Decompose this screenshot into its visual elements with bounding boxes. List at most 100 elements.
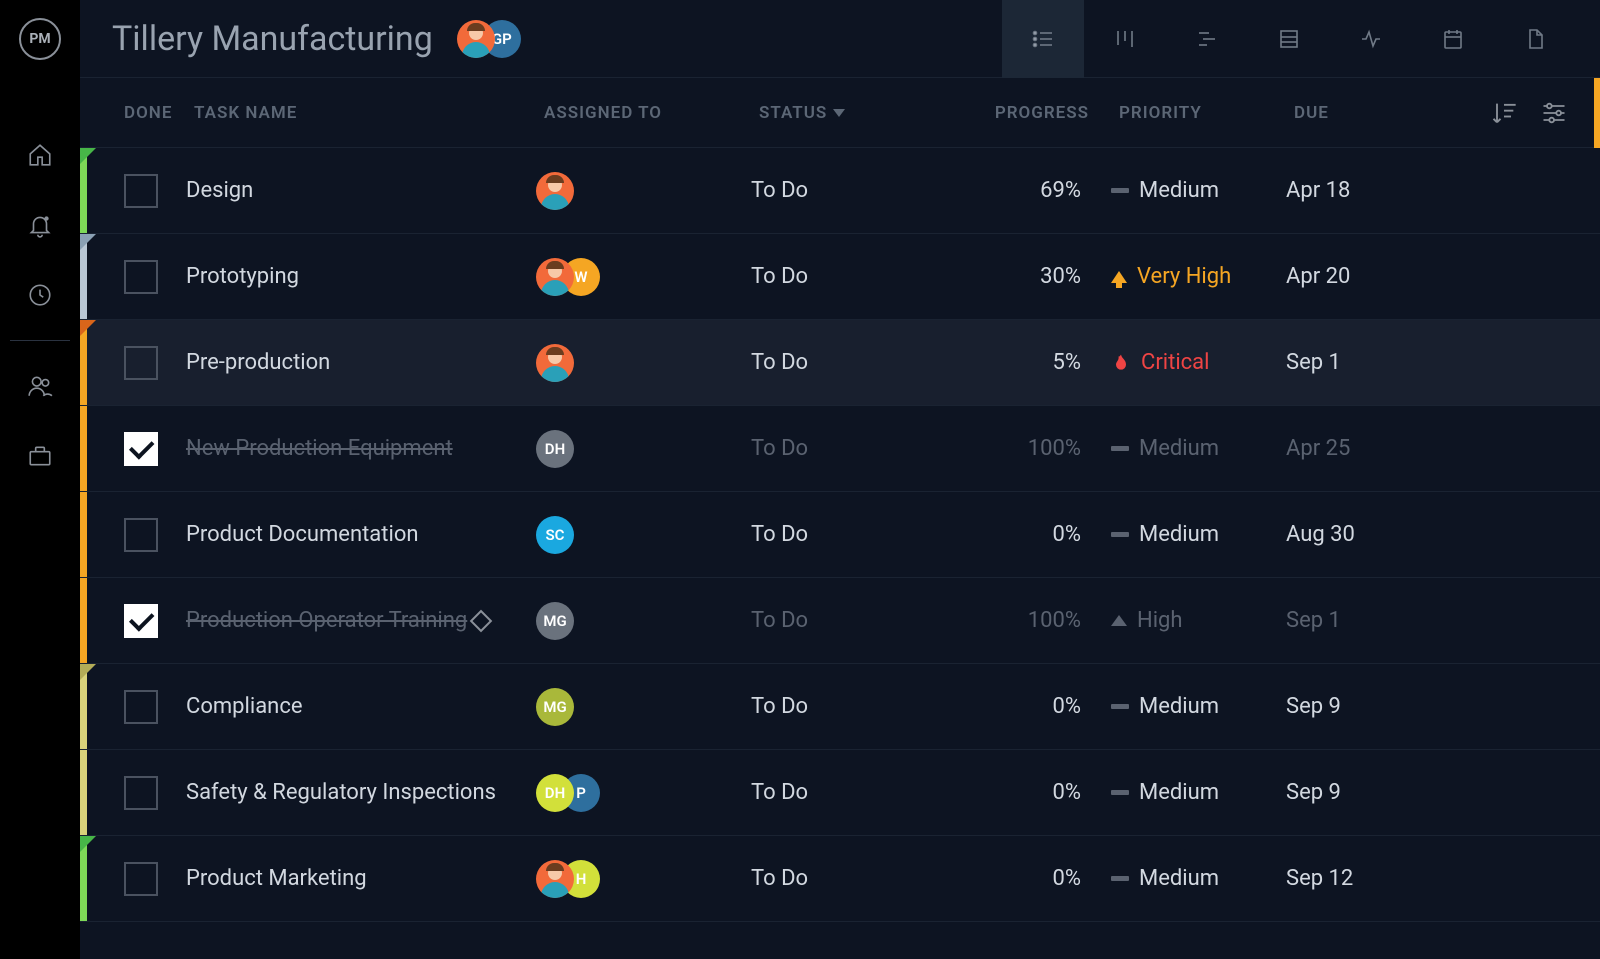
avatar[interactable]: DH	[536, 430, 574, 468]
task-name[interactable]: Design	[186, 177, 536, 205]
sort-icon[interactable]	[1490, 99, 1518, 127]
task-row[interactable]: Pre-productionTo Do5%CriticalSep 1	[80, 320, 1600, 406]
assigned-cell[interactable]: DHP	[536, 774, 751, 812]
avatar[interactable]: SC	[536, 516, 574, 554]
assigned-cell[interactable]: MG	[536, 688, 751, 726]
task-name[interactable]: Production Operator Training	[186, 607, 536, 635]
assigned-cell[interactable]: MG	[536, 602, 751, 640]
status-cell[interactable]: To Do	[751, 694, 926, 719]
task-row[interactable]: Safety & Regulatory InspectionsDHPTo Do0…	[80, 750, 1600, 836]
view-calendar[interactable]	[1412, 0, 1494, 78]
progress-cell[interactable]: 0%	[926, 866, 1111, 891]
done-checkbox[interactable]	[124, 776, 158, 810]
task-row[interactable]: PrototypingWTo Do30%Very HighApr 20	[80, 234, 1600, 320]
project-members[interactable]: GP	[457, 20, 521, 58]
priority-cell[interactable]: Medium	[1111, 522, 1286, 547]
avatar[interactable]: DH	[536, 774, 574, 812]
nav-portfolio[interactable]	[0, 421, 80, 491]
due-cell[interactable]: Apr 25	[1286, 436, 1436, 461]
due-cell[interactable]: Apr 20	[1286, 264, 1436, 289]
task-name[interactable]: New Production Equipment	[186, 435, 536, 463]
task-name[interactable]: Prototyping	[186, 263, 536, 291]
column-header-status[interactable]: STATUS	[759, 103, 934, 123]
progress-cell[interactable]: 30%	[926, 264, 1111, 289]
filter-icon[interactable]	[1540, 99, 1568, 127]
priority-cell[interactable]: Critical	[1111, 350, 1286, 375]
column-header-done[interactable]: DONE	[88, 103, 194, 123]
progress-cell[interactable]: 0%	[926, 780, 1111, 805]
task-row[interactable]: Product DocumentationSC To Do0%MediumAug …	[80, 492, 1600, 578]
due-cell[interactable]: Aug 30	[1286, 522, 1436, 547]
view-files[interactable]	[1494, 0, 1576, 78]
nav-notifications[interactable]	[0, 190, 80, 260]
done-checkbox[interactable]	[124, 432, 158, 466]
status-cell[interactable]: To Do	[751, 350, 926, 375]
progress-cell[interactable]: 0%	[926, 522, 1111, 547]
done-checkbox[interactable]	[124, 518, 158, 552]
priority-cell[interactable]: Medium	[1111, 436, 1286, 461]
assigned-cell[interactable]: H	[536, 860, 751, 898]
status-cell[interactable]: To Do	[751, 866, 926, 891]
nav-recent[interactable]	[0, 260, 80, 330]
done-checkbox[interactable]	[124, 690, 158, 724]
avatar[interactable]: MG	[536, 688, 574, 726]
status-cell[interactable]: To Do	[751, 780, 926, 805]
task-row[interactable]: Product MarketingHTo Do0%MediumSep 12	[80, 836, 1600, 922]
task-name[interactable]: Safety & Regulatory Inspections	[186, 779, 536, 807]
assigned-cell[interactable]	[536, 172, 751, 210]
priority-cell[interactable]: Medium	[1111, 866, 1286, 891]
nav-home[interactable]	[0, 120, 80, 190]
task-name[interactable]: Compliance	[186, 693, 536, 721]
avatar[interactable]: MG	[536, 602, 574, 640]
avatar[interactable]	[536, 258, 574, 296]
avatar[interactable]	[536, 860, 574, 898]
column-header-progress[interactable]: PROGRESS	[934, 103, 1119, 123]
due-cell[interactable]: Sep 1	[1286, 350, 1436, 375]
progress-cell[interactable]: 100%	[926, 436, 1111, 461]
assigned-cell[interactable]: W	[536, 258, 751, 296]
view-board[interactable]	[1084, 0, 1166, 78]
done-checkbox[interactable]	[124, 346, 158, 380]
priority-cell[interactable]: Medium	[1111, 780, 1286, 805]
avatar[interactable]	[457, 20, 495, 58]
assigned-cell[interactable]: DH	[536, 430, 751, 468]
due-cell[interactable]: Sep 9	[1286, 780, 1436, 805]
view-list[interactable]	[1002, 0, 1084, 78]
assigned-cell[interactable]	[536, 344, 751, 382]
done-checkbox[interactable]	[124, 174, 158, 208]
status-cell[interactable]: To Do	[751, 522, 926, 547]
task-row[interactable]: New Production EquipmentDH To Do100%Mediu…	[80, 406, 1600, 492]
priority-cell[interactable]: High	[1111, 608, 1286, 633]
view-sheet[interactable]	[1248, 0, 1330, 78]
app-logo[interactable]: PM	[19, 18, 61, 60]
project-title[interactable]: Tillery Manufacturing	[112, 19, 433, 59]
progress-cell[interactable]: 100%	[926, 608, 1111, 633]
status-cell[interactable]: To Do	[751, 264, 926, 289]
view-gantt[interactable]	[1166, 0, 1248, 78]
done-checkbox[interactable]	[124, 604, 158, 638]
column-header-priority[interactable]: PRIORITY	[1119, 103, 1294, 123]
priority-cell[interactable]: Medium	[1111, 694, 1286, 719]
due-cell[interactable]: Sep 9	[1286, 694, 1436, 719]
column-header-task[interactable]: TASK NAME	[194, 103, 544, 123]
priority-cell[interactable]: Very High	[1111, 264, 1286, 289]
due-cell[interactable]: Sep 12	[1286, 866, 1436, 891]
nav-people[interactable]	[0, 351, 80, 421]
column-header-due[interactable]: DUE	[1294, 103, 1424, 123]
task-row[interactable]: Production Operator TrainingMGTo Do100%H…	[80, 578, 1600, 664]
task-row[interactable]: DesignTo Do69%MediumApr 18	[80, 148, 1600, 234]
status-cell[interactable]: To Do	[751, 436, 926, 461]
avatar[interactable]	[536, 172, 574, 210]
progress-cell[interactable]: 69%	[926, 178, 1111, 203]
column-header-assigned[interactable]: ASSIGNED TO	[544, 103, 759, 123]
avatar[interactable]	[536, 344, 574, 382]
due-cell[interactable]: Apr 18	[1286, 178, 1436, 203]
due-cell[interactable]: Sep 1	[1286, 608, 1436, 633]
done-checkbox[interactable]	[124, 260, 158, 294]
assigned-cell[interactable]: SC	[536, 516, 751, 554]
priority-cell[interactable]: Medium	[1111, 178, 1286, 203]
task-row[interactable]: ComplianceMGTo Do0%MediumSep 9	[80, 664, 1600, 750]
progress-cell[interactable]: 5%	[926, 350, 1111, 375]
task-name[interactable]: Product Documentation	[186, 521, 536, 549]
done-checkbox[interactable]	[124, 862, 158, 896]
